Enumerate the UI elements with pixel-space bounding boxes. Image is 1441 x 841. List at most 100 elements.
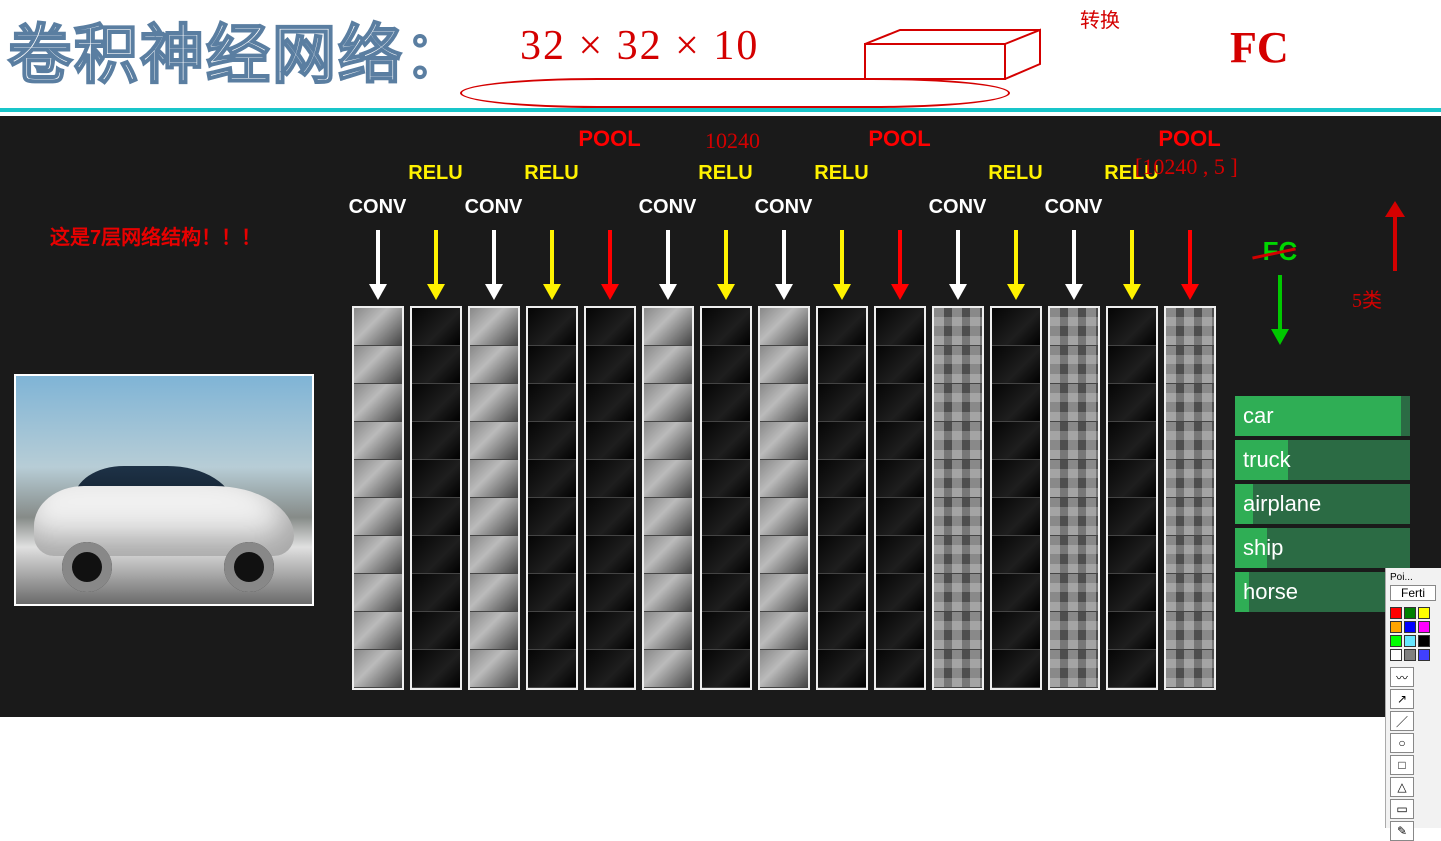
feature-map — [354, 308, 402, 346]
color-swatch[interactable] — [1418, 635, 1430, 647]
feature-maps — [468, 306, 520, 690]
tool-button[interactable]: □ — [1390, 755, 1414, 775]
feature-map — [818, 346, 866, 384]
layer-col-5: CONV — [640, 126, 695, 706]
feature-map — [934, 346, 982, 384]
color-swatch[interactable] — [1418, 607, 1430, 619]
feature-map — [702, 384, 750, 422]
feature-map — [934, 574, 982, 612]
feature-map — [644, 422, 692, 460]
layer-label-bot: CONV — [1045, 196, 1103, 224]
feature-map — [586, 650, 634, 688]
layer-label-mid: RELU — [524, 162, 578, 190]
feature-map — [412, 346, 460, 384]
tool-buttons: 〰↗／○□△▭✎ — [1390, 667, 1437, 841]
hand-dims: 32 × 32 × 10 — [520, 22, 759, 70]
feature-map — [876, 384, 924, 422]
layer-arrow — [1070, 230, 1078, 300]
feature-map — [702, 650, 750, 688]
tool-button[interactable]: ▭ — [1390, 799, 1414, 819]
hand-5class: 5类 — [1352, 284, 1382, 313]
feature-map — [470, 422, 518, 460]
color-swatch[interactable] — [1404, 635, 1416, 647]
feature-map — [876, 422, 924, 460]
color-swatch[interactable] — [1390, 635, 1402, 647]
feature-map — [354, 460, 402, 498]
layer-arrow — [954, 230, 962, 300]
prediction-label: truck — [1235, 447, 1291, 473]
layer-label-bot: CONV — [755, 196, 813, 224]
feature-maps — [874, 306, 926, 690]
feature-maps — [526, 306, 578, 690]
feature-map — [760, 422, 808, 460]
feature-map — [876, 308, 924, 346]
layer-arrow — [432, 230, 440, 300]
slide-title: 卷积神经网络： — [8, 4, 470, 96]
feature-map — [760, 460, 808, 498]
tool-button[interactable]: ／ — [1390, 711, 1414, 731]
feature-map — [1166, 460, 1214, 498]
feature-map — [760, 384, 808, 422]
layer-label-top: POOL — [578, 126, 640, 156]
feature-map — [818, 422, 866, 460]
feature-map — [876, 460, 924, 498]
feature-maps — [642, 306, 694, 690]
color-swatch[interactable] — [1390, 649, 1402, 661]
feature-maps — [816, 306, 868, 690]
tool-button[interactable]: ↗ — [1390, 689, 1414, 709]
feature-map — [1166, 612, 1214, 650]
color-swatch[interactable] — [1418, 621, 1430, 633]
slide-body: 这是7层网络结构！！！ CONVRELUCONVRELUPOOLCONVRELU… — [0, 116, 1441, 717]
tool-button[interactable]: △ — [1390, 777, 1414, 797]
prediction-label: horse — [1235, 579, 1298, 605]
feature-maps — [700, 306, 752, 690]
color-swatch[interactable] — [1418, 649, 1430, 661]
color-swatch[interactable] — [1404, 649, 1416, 661]
color-swatch[interactable] — [1404, 607, 1416, 619]
header: 卷积神经网络： 32 × 32 × 10 转换 FC — [0, 0, 1441, 112]
layer-arrow — [1128, 230, 1136, 300]
tool-button[interactable]: ○ — [1390, 733, 1414, 753]
layer-arrow — [606, 230, 614, 300]
note-7-layers: 这是7层网络结构！！！ — [50, 221, 261, 250]
feature-map — [760, 346, 808, 384]
layer-arrow — [896, 230, 904, 300]
feature-map — [1050, 612, 1098, 650]
color-swatches — [1390, 607, 1437, 661]
hand-fc-top: FC — [1230, 22, 1289, 73]
feature-map — [528, 574, 576, 612]
feature-map — [528, 498, 576, 536]
feature-map — [528, 650, 576, 688]
feature-map — [1050, 460, 1098, 498]
layer-arrow — [490, 230, 498, 300]
toolbox-menu-button[interactable]: Ferti — [1390, 585, 1436, 601]
feature-map — [934, 612, 982, 650]
feature-map — [412, 308, 460, 346]
feature-map — [992, 574, 1040, 612]
feature-map — [354, 498, 402, 536]
layer-arrow — [374, 230, 382, 300]
feature-map — [876, 650, 924, 688]
color-swatch[interactable] — [1404, 621, 1416, 633]
feature-map — [702, 308, 750, 346]
hand-arrow-loop — [460, 78, 1010, 108]
color-swatch[interactable] — [1390, 621, 1402, 633]
feature-map — [586, 612, 634, 650]
layer-col-12: CONV — [1046, 126, 1101, 706]
feature-map — [876, 346, 924, 384]
drawing-toolbox[interactable]: Poi... Ferti 〰↗／○□△▭✎ — [1385, 568, 1441, 828]
feature-map — [992, 612, 1040, 650]
feature-map — [1166, 574, 1214, 612]
color-swatch[interactable] — [1390, 607, 1402, 619]
tool-button[interactable]: 〰 — [1390, 667, 1414, 687]
feature-map — [528, 460, 576, 498]
feature-map — [412, 422, 460, 460]
feature-map — [1050, 536, 1098, 574]
feature-map — [586, 536, 634, 574]
feature-map — [1050, 498, 1098, 536]
tool-button[interactable]: ✎ — [1390, 821, 1414, 841]
feature-map — [528, 308, 576, 346]
feature-map — [934, 536, 982, 574]
layer-col-13: RELU — [1104, 126, 1159, 706]
feature-map — [412, 612, 460, 650]
